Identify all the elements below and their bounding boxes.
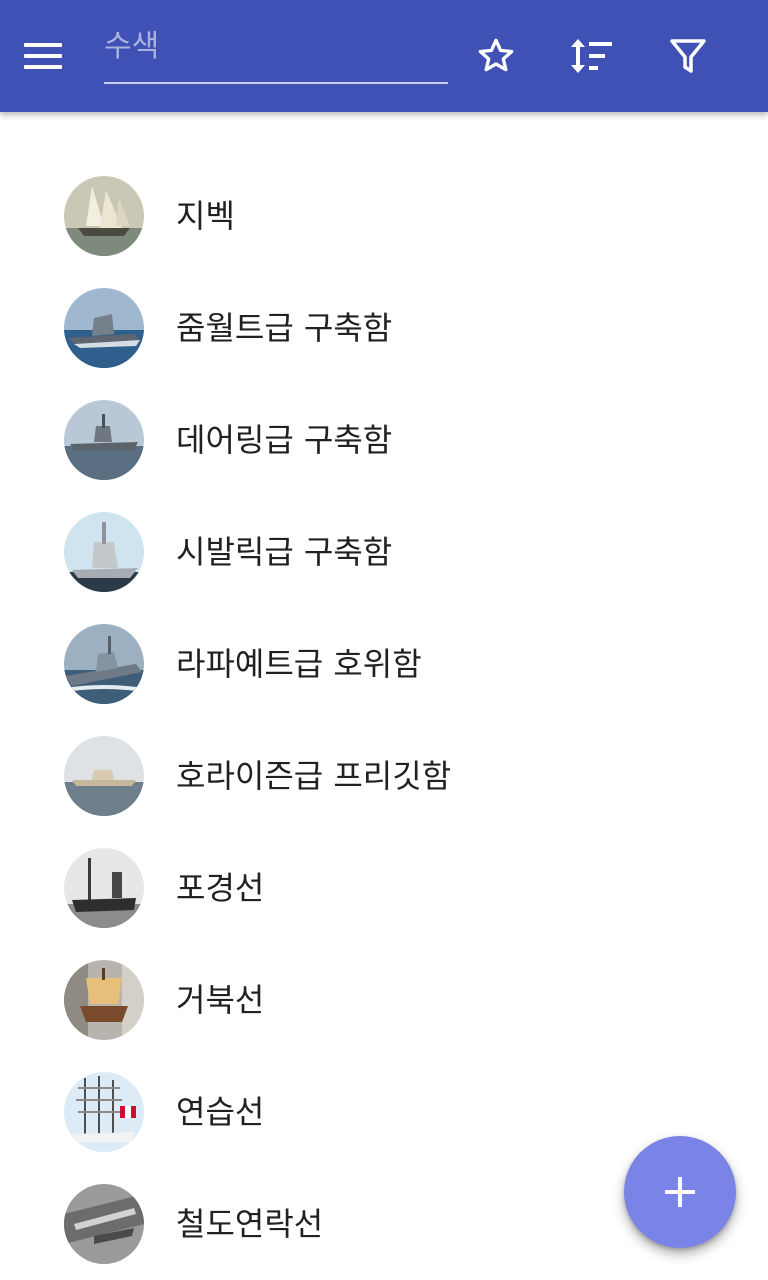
thumbnail-image: [64, 960, 144, 1040]
item-title: 데어링급 구축함: [176, 421, 393, 459]
thumbnail-image: [64, 512, 144, 592]
item-title: 철도연락선: [176, 1205, 324, 1243]
item-title: 라파예트급 호위함: [176, 645, 422, 683]
add-icon: [665, 1177, 695, 1207]
list-item[interactable]: 줌월트급 구축함: [0, 272, 768, 384]
list-item[interactable]: 라파예트급 호위함: [0, 608, 768, 720]
thumbnail-image: [64, 176, 144, 256]
thumbnail-image: [64, 1072, 144, 1152]
item-title: 시발릭급 구축함: [176, 533, 393, 571]
sort-button[interactable]: [563, 28, 619, 84]
search-box[interactable]: [104, 20, 448, 84]
ship-list: 지벡 줌월트급 구축함 데어링급 구축함 시발릭급 구축함 라파예트급 호위함 …: [0, 160, 768, 1280]
thumbnail-image: [64, 736, 144, 816]
app-bar: [0, 0, 768, 112]
search-input[interactable]: [104, 26, 444, 66]
list-item[interactable]: 시발릭급 구축함: [0, 496, 768, 608]
list-item[interactable]: 지벡: [0, 160, 768, 272]
menu-icon: [24, 43, 62, 69]
list-item[interactable]: 데어링급 구축함: [0, 384, 768, 496]
item-title: 거북선: [176, 981, 265, 1019]
filter-button[interactable]: [660, 28, 716, 84]
item-title: 연습선: [176, 1093, 265, 1131]
sort-icon: [571, 39, 612, 73]
thumbnail-image: [64, 288, 144, 368]
list-item[interactable]: 호라이즌급 프리깃함: [0, 720, 768, 832]
thumbnail-image: [64, 400, 144, 480]
item-title: 지벡: [176, 197, 235, 235]
thumbnail-image: [64, 1184, 144, 1264]
item-title: 호라이즌급 프리깃함: [176, 757, 452, 795]
add-button[interactable]: [624, 1136, 736, 1248]
item-title: 포경선: [176, 869, 265, 907]
filter-icon: [670, 39, 706, 73]
thumbnail-image: [64, 848, 144, 928]
favorites-button[interactable]: [468, 28, 524, 84]
list-item[interactable]: 거북선: [0, 944, 768, 1056]
star-outline-icon: [478, 38, 514, 72]
item-title: 줌월트급 구축함: [176, 309, 393, 347]
menu-button[interactable]: [24, 28, 88, 84]
list-item[interactable]: 포경선: [0, 832, 768, 944]
thumbnail-image: [64, 624, 144, 704]
